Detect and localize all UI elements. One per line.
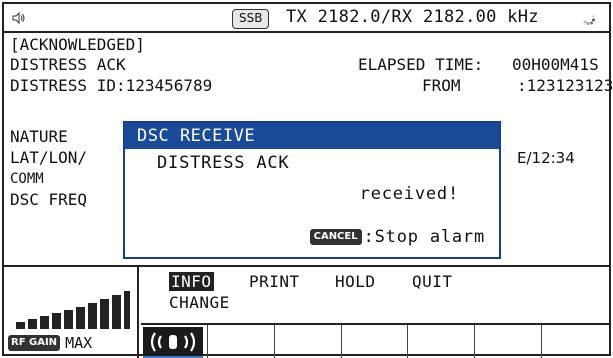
softkey-7[interactable] bbox=[542, 325, 609, 358]
speaker-icon[interactable] bbox=[12, 11, 26, 25]
nature-label: NATURE bbox=[10, 127, 68, 146]
menu-item-change[interactable]: CHANGE bbox=[169, 293, 230, 312]
dsc-receive-dialog: DSC RECEIVE DISTRESS ACK received! CANCE… bbox=[123, 121, 501, 259]
dialog-body: DISTRESS ACK received! CANCEL :Stop alar… bbox=[125, 149, 499, 257]
menu-item-info[interactable]: INFO bbox=[169, 272, 214, 291]
alarm-broadcast-icon bbox=[150, 332, 196, 352]
softkey-2[interactable] bbox=[208, 325, 275, 358]
softkey-row bbox=[141, 323, 609, 358]
menu-item-print[interactable]: PRINT bbox=[249, 272, 300, 291]
softkey-4[interactable] bbox=[342, 325, 409, 358]
cancel-key-icon[interactable]: CANCEL bbox=[309, 229, 362, 245]
rf-gain-key[interactable]: RF GAIN bbox=[8, 335, 61, 351]
stop-alarm-label: :Stop alarm bbox=[363, 227, 485, 247]
dialog-message-status: received! bbox=[359, 184, 459, 204]
softkey-5[interactable] bbox=[408, 325, 476, 358]
softkey-alarm[interactable] bbox=[141, 325, 208, 358]
dsc-freq-label: DSC FREQ bbox=[10, 190, 88, 209]
menu-item-hold[interactable]: HOLD bbox=[335, 272, 376, 291]
elapsed-time-value: 00H00M41S bbox=[512, 55, 599, 74]
frequency-readout: TX 2182.0/RX 2182.00 kHz bbox=[286, 7, 539, 27]
comm-label: COMM bbox=[10, 171, 44, 187]
bottom-panel: RF GAIN MAX INFO PRINT HOLD QUIT CHANGE bbox=[4, 265, 609, 358]
stop-alarm-hint[interactable]: CANCEL :Stop alarm bbox=[309, 227, 485, 247]
from-label: FROM bbox=[422, 76, 461, 95]
dialog-title: DSC RECEIVE bbox=[125, 123, 499, 149]
time-value: E/12:34 bbox=[517, 149, 575, 167]
gain-level: MAX bbox=[65, 334, 93, 352]
message-state: [ACKNOWLEDGED] bbox=[10, 35, 145, 54]
mode-badge: SSB bbox=[232, 9, 270, 29]
screen-frame: SSB TX 2182.0/RX 2182.00 kHz [ACKNOWLEDG… bbox=[2, 2, 613, 358]
from-value: :123123123 bbox=[517, 76, 613, 95]
message-type: DISTRESS ACK bbox=[10, 55, 126, 74]
softkey-6[interactable] bbox=[475, 325, 543, 358]
dialog-message-type: DISTRESS ACK bbox=[157, 153, 290, 173]
distress-id: DISTRESS ID:123456789 bbox=[10, 76, 213, 95]
elapsed-time-label: ELAPSED TIME: bbox=[358, 55, 484, 74]
status-bar: SSB TX 2182.0/RX 2182.00 kHz bbox=[4, 4, 609, 33]
signal-gain-bars-icon bbox=[16, 291, 130, 329]
softkey-menu: INFO PRINT HOLD QUIT CHANGE bbox=[141, 267, 609, 323]
busy-indicator-icon bbox=[583, 15, 595, 25]
softkey-3[interactable] bbox=[275, 325, 342, 358]
rf-gain-control[interactable]: RF GAIN MAX bbox=[8, 334, 92, 352]
gain-panel: RF GAIN MAX bbox=[4, 267, 139, 358]
latlon-label: LAT/LON/ bbox=[10, 148, 88, 167]
menu-item-quit[interactable]: QUIT bbox=[412, 272, 453, 291]
